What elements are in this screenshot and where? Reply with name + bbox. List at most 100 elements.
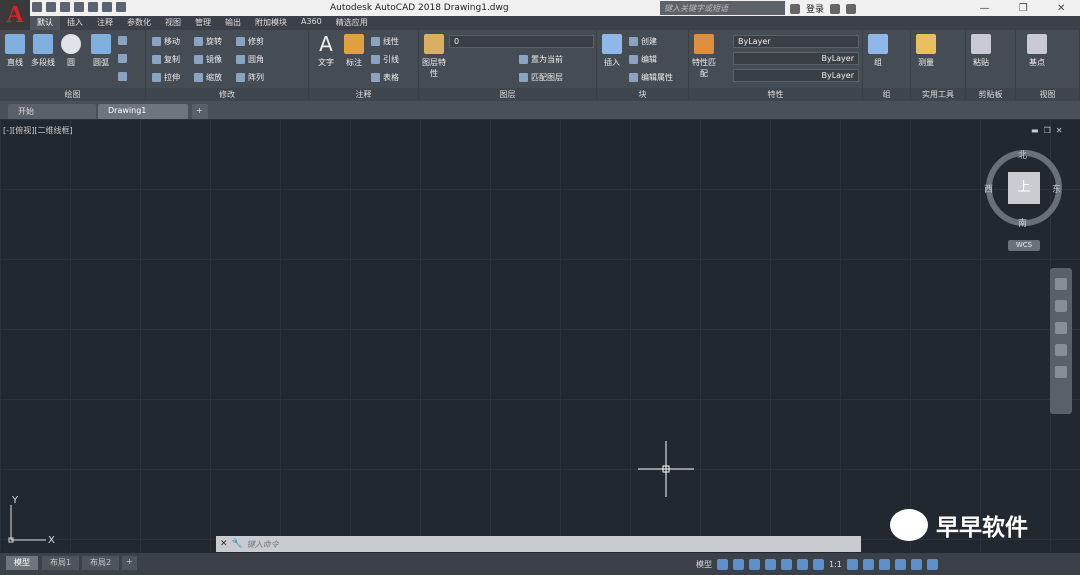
isodraft-icon[interactable] (781, 558, 792, 570)
measure-button[interactable]: 测量 (913, 34, 939, 68)
isolate-icon[interactable] (878, 558, 890, 570)
redo-icon[interactable] (116, 2, 126, 12)
hardware-accel-icon[interactable] (894, 558, 906, 570)
wrench-icon[interactable]: 🔧 (232, 539, 243, 549)
tab-view[interactable]: 视图 (158, 16, 188, 30)
tab-default[interactable]: 默认 (30, 16, 60, 30)
region-button[interactable] (118, 72, 127, 81)
command-input[interactable]: 键入命令 (247, 539, 279, 550)
zoom-icon[interactable] (1055, 322, 1067, 334)
compass-south[interactable]: 南 (1018, 216, 1027, 229)
create-block-button[interactable]: 创建 (629, 36, 657, 47)
vp-restore-icon[interactable]: ❐ (1044, 126, 1051, 135)
saveas-icon[interactable] (74, 2, 84, 12)
vp-close-icon[interactable]: ✕ (1056, 126, 1063, 135)
annotation-icon[interactable] (813, 558, 824, 570)
dimension-button[interactable]: 标注 (341, 34, 367, 68)
utilities-panel-title[interactable]: 实用工具 (911, 88, 965, 101)
text-button[interactable]: A 文字 (313, 34, 339, 68)
line-button[interactable]: 直线 (2, 34, 28, 68)
polar-icon[interactable] (765, 558, 776, 570)
tab-parametric[interactable]: 参数化 (120, 16, 158, 30)
plus-icon[interactable] (862, 558, 874, 570)
layers-panel-title[interactable]: 图层 (419, 88, 596, 101)
tab-start[interactable]: 开始 (8, 104, 96, 119)
basepoint-button[interactable]: 基点 (1024, 34, 1050, 68)
match-properties-button[interactable]: 特性匹配 (691, 34, 717, 79)
tab-output[interactable]: 输出 (218, 16, 248, 30)
close-icon[interactable]: ✕ (220, 539, 228, 549)
model-space-toggle[interactable]: 模型 (696, 559, 712, 570)
mirror-button[interactable]: 镜像 (194, 54, 222, 65)
copy-button[interactable]: 复制 (152, 54, 180, 65)
undo-icon[interactable] (102, 2, 112, 12)
color-dropdown[interactable]: ByLayer (733, 35, 859, 48)
tab-a360[interactable]: A360 (294, 16, 329, 30)
tab-insert[interactable]: 插入 (60, 16, 90, 30)
orbit-icon[interactable] (1055, 344, 1067, 356)
compass-west[interactable]: 西 (984, 182, 993, 195)
arc-button[interactable]: 圆弧 (88, 34, 114, 68)
insert-button[interactable]: 插入 (599, 34, 625, 68)
linetype-dropdown[interactable]: ByLayer (733, 52, 859, 65)
edit-attr-button[interactable]: 编辑属性 (629, 72, 673, 83)
tab-model[interactable]: 模型 (6, 556, 38, 570)
match-layer-button[interactable]: 匹配图层 (519, 72, 563, 83)
workspace-icon[interactable] (846, 558, 858, 570)
rotate-button[interactable]: 旋转 (194, 36, 222, 47)
clipboard-panel-title[interactable]: 剪贴板 (966, 88, 1015, 101)
make-current-button[interactable]: 置为当前 (519, 54, 563, 65)
move-button[interactable]: 移动 (152, 36, 180, 47)
modify-panel-title[interactable]: 修改 (146, 88, 308, 101)
groups-panel-title[interactable]: 组 (863, 88, 910, 101)
lineweight-dropdown[interactable]: ByLayer (733, 69, 859, 82)
save-icon[interactable] (60, 2, 70, 12)
array-button[interactable]: 阵列 (236, 72, 264, 83)
steering-wheel-icon[interactable] (1055, 278, 1067, 290)
layer-properties-button[interactable]: 图层特性 (421, 34, 447, 79)
new-icon[interactable] (32, 2, 42, 12)
restore-icon[interactable]: ❐ (1019, 3, 1028, 14)
polyline-button[interactable]: 多段线 (30, 34, 56, 68)
tab-layout2[interactable]: 布局2 (82, 556, 120, 570)
stretch-button[interactable]: 拉伸 (152, 72, 180, 83)
tab-layout1[interactable]: 布局1 (42, 556, 80, 570)
properties-panel-title[interactable]: 特性 (689, 88, 862, 101)
add-layout-button[interactable]: + (122, 556, 137, 570)
paste-button[interactable]: 粘贴 (968, 34, 994, 68)
signin-label[interactable]: 登录 (806, 2, 824, 15)
help-icon[interactable] (846, 3, 857, 14)
tab-drawing1[interactable]: Drawing1 (98, 104, 188, 119)
close-icon[interactable]: ✕ (1057, 3, 1065, 14)
layer-dropdown[interactable]: 0 (449, 35, 594, 48)
tab-annotate[interactable]: 注释 (90, 16, 120, 30)
rect-button[interactable] (118, 36, 127, 45)
account-area[interactable]: 登录 (790, 2, 857, 15)
wcs-menu[interactable]: WCS (1008, 240, 1040, 251)
tab-manage[interactable]: 管理 (188, 16, 218, 30)
group-button[interactable]: 组 (865, 34, 891, 68)
compass-north[interactable]: 北 (1018, 148, 1027, 161)
tab-featured[interactable]: 精选应用 (329, 16, 375, 30)
showmotion-icon[interactable] (1055, 366, 1067, 378)
compass-east[interactable]: 东 (1052, 182, 1061, 195)
command-line[interactable]: ✕ 🔧 键入命令 (216, 536, 861, 552)
linear-button[interactable]: 线性 (371, 36, 399, 47)
tab-addins[interactable]: 附加模块 (248, 16, 294, 30)
block-panel-title[interactable]: 块 (597, 88, 688, 101)
cart-icon[interactable] (830, 3, 841, 14)
trim-button[interactable]: 修剪 (236, 36, 264, 47)
customize-icon[interactable] (926, 558, 938, 570)
view-panel-title[interactable]: 视图 (1016, 88, 1079, 101)
edit-block-button[interactable]: 编辑 (629, 54, 657, 65)
annotation-panel-title[interactable]: 注释 (309, 88, 418, 101)
drawing-canvas[interactable] (0, 119, 1080, 551)
vp-minimize-icon[interactable]: ▬ (1031, 126, 1039, 135)
hatch-button[interactable] (118, 54, 127, 63)
fillet-button[interactable]: 圆角 (236, 54, 264, 65)
new-tab-button[interactable]: + (192, 104, 208, 119)
open-icon[interactable] (46, 2, 56, 12)
scale-button[interactable]: 缩放 (194, 72, 222, 83)
ortho-icon[interactable] (749, 558, 760, 570)
pan-icon[interactable] (1055, 300, 1067, 312)
